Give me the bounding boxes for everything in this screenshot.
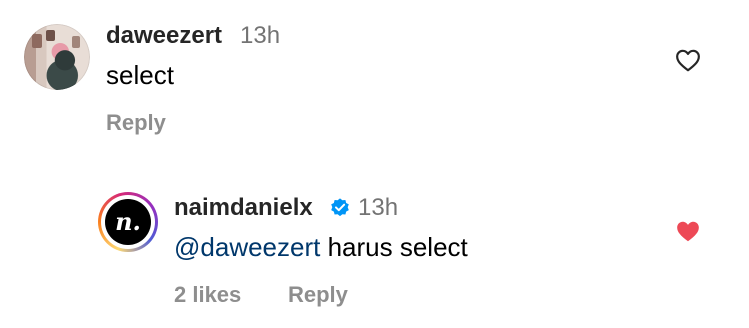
- photo-detail: [72, 36, 80, 48]
- comment-username[interactable]: daweezert: [106, 22, 222, 50]
- heart-outline-icon[interactable]: [675, 48, 701, 72]
- n-logo-icon: n.: [105, 199, 151, 245]
- comment-timestamp: 13h: [240, 22, 281, 49]
- verified-badge-icon: [331, 198, 349, 217]
- comment-username[interactable]: naimdanielx: [174, 194, 313, 222]
- comment-body: harus select: [320, 232, 468, 262]
- photo-detail: [32, 34, 42, 48]
- reply-button[interactable]: Reply: [106, 110, 166, 136]
- profile-photo: [24, 24, 90, 90]
- comment-text: @daweezert harus select: [174, 232, 468, 263]
- comment-timestamp: 13h: [358, 194, 399, 221]
- reply-button[interactable]: Reply: [288, 282, 348, 308]
- comment-text: select: [106, 60, 174, 90]
- likes-count[interactable]: 2 likes: [174, 282, 241, 308]
- heart-filled-icon[interactable]: [675, 219, 701, 243]
- avatar[interactable]: [24, 24, 90, 90]
- avatar[interactable]: n.: [98, 192, 158, 252]
- mention-link[interactable]: @daweezert: [174, 232, 320, 262]
- photo-detail: [46, 30, 55, 41]
